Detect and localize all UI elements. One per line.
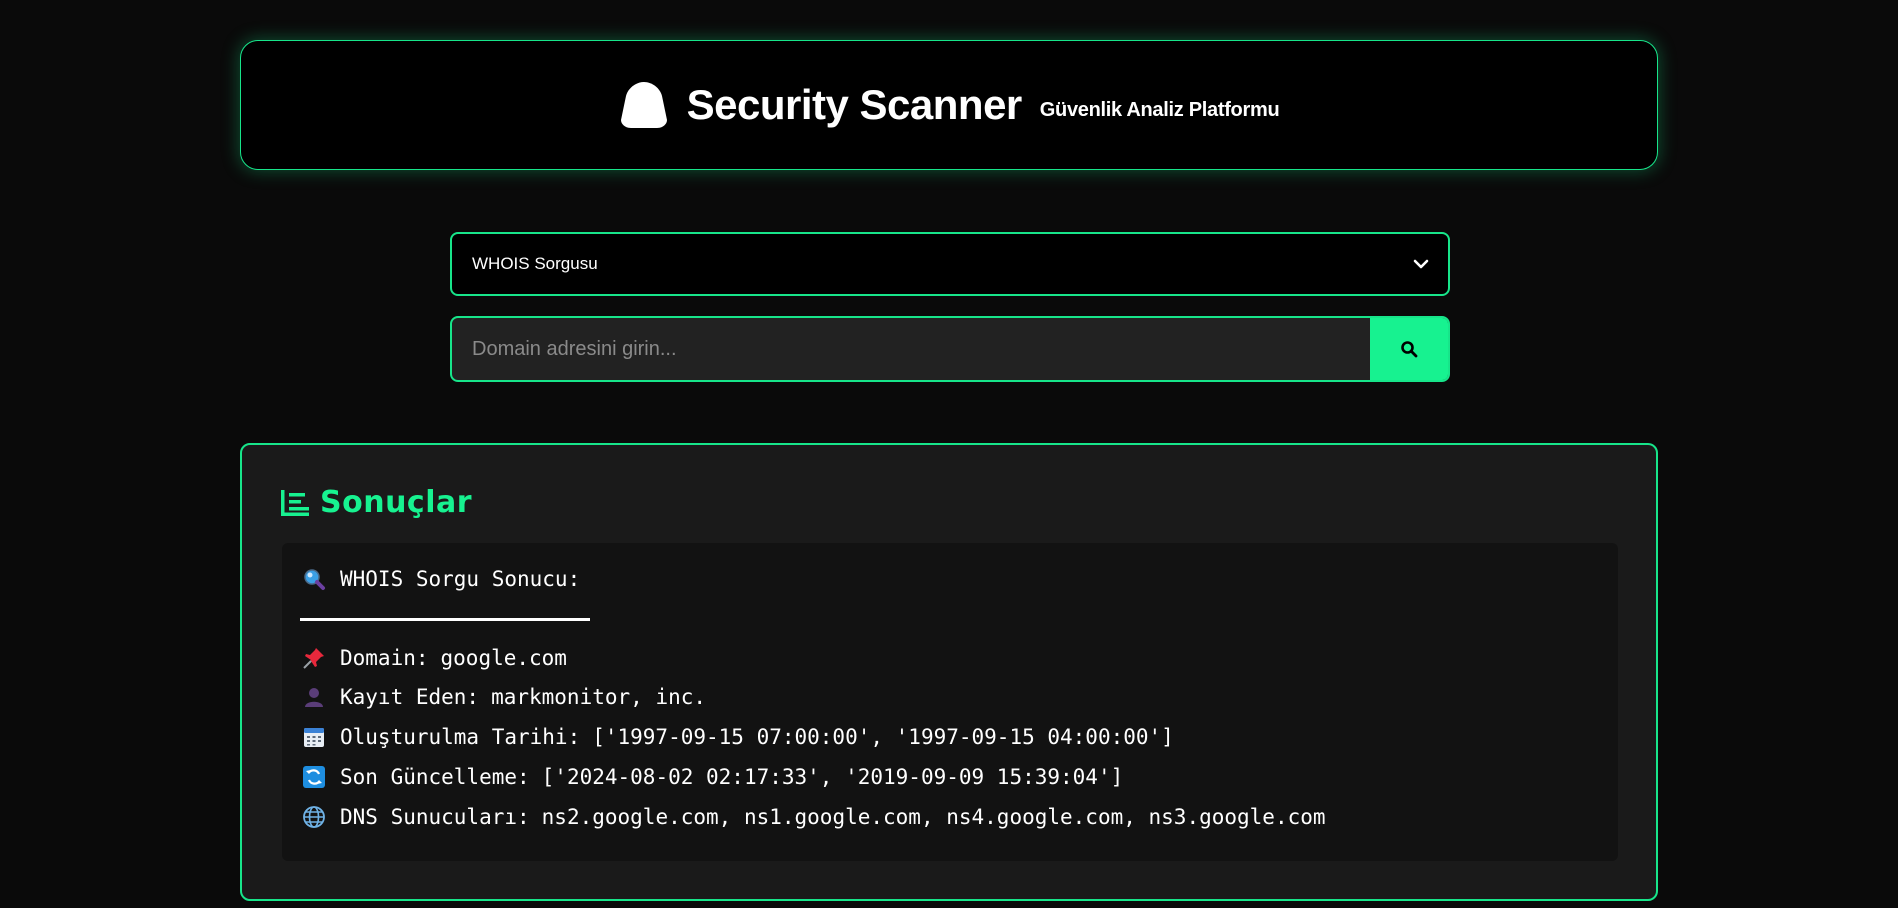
result-line-domain: Domain: google.com bbox=[302, 646, 567, 670]
domain-search-input[interactable] bbox=[452, 318, 1370, 380]
search-icon bbox=[1401, 341, 1418, 358]
list-icon bbox=[281, 489, 309, 516]
result-value: google.com bbox=[440, 646, 567, 670]
header-card: Security Scanner Güvenlik Analiz Platfor… bbox=[240, 40, 1658, 170]
search-button[interactable] bbox=[1370, 318, 1448, 380]
chevron-down-icon bbox=[1413, 259, 1429, 269]
result-label: Oluşturulma Tarihi: bbox=[340, 725, 581, 749]
results-title: Sonuçlar bbox=[320, 485, 473, 520]
result-value: ns2.google.com, ns1.google.com, ns4.goog… bbox=[541, 805, 1326, 829]
result-line-registrar: Kayıt Eden: markmonitor, inc. bbox=[302, 685, 706, 709]
result-label: Son Güncelleme: bbox=[340, 765, 530, 789]
result-line-updated: Son Güncelleme: ['2024-08-02 02:17:33', … bbox=[302, 765, 1123, 789]
result-label: Kayıt Eden: bbox=[340, 685, 480, 709]
person-icon bbox=[305, 688, 323, 707]
shield-icon bbox=[620, 82, 667, 128]
search-bar bbox=[450, 316, 1450, 382]
whois-result-panel: WHOIS Sorgu Sonucu: Domain: google.com K… bbox=[282, 543, 1618, 861]
results-heading: Sonuçlar bbox=[280, 485, 472, 520]
query-type-selected: WHOIS Sorgusu bbox=[472, 254, 598, 273]
refresh-icon bbox=[303, 766, 325, 788]
page-subtitle: Güvenlik Analiz Platformu bbox=[1039, 98, 1280, 121]
divider bbox=[300, 618, 590, 621]
results-card: Sonuçlar WHOIS Sorgu Sonucu: Domain: goo… bbox=[240, 443, 1658, 901]
globe-icon bbox=[303, 806, 325, 828]
result-value: ['1997-09-15 07:00:00', '1997-09-15 04:0… bbox=[592, 725, 1174, 749]
whois-heading-text: WHOIS Sorgu Sonucu: bbox=[340, 567, 581, 591]
page: Security Scanner Güvenlik Analiz Platfor… bbox=[0, 0, 1898, 908]
calendar-icon bbox=[304, 728, 324, 747]
result-value: markmonitor, inc. bbox=[491, 685, 707, 709]
magnifier-icon bbox=[304, 569, 325, 590]
result-line-dns: DNS Sunucuları: ns2.google.com, ns1.goog… bbox=[302, 805, 1326, 829]
query-type-select[interactable]: WHOIS Sorgusu bbox=[450, 232, 1450, 296]
whois-result-heading: WHOIS Sorgu Sonucu: bbox=[302, 567, 580, 591]
result-label: DNS Sunucuları: bbox=[340, 805, 530, 829]
result-line-created: Oluşturulma Tarihi: ['1997-09-15 07:00:0… bbox=[302, 725, 1174, 749]
page-title: Security Scanner bbox=[686, 81, 1023, 128]
result-value: ['2024-08-02 02:17:33', '2019-09-09 15:3… bbox=[541, 765, 1124, 789]
result-label: Domain: bbox=[340, 646, 429, 670]
pushpin-icon bbox=[303, 648, 324, 669]
